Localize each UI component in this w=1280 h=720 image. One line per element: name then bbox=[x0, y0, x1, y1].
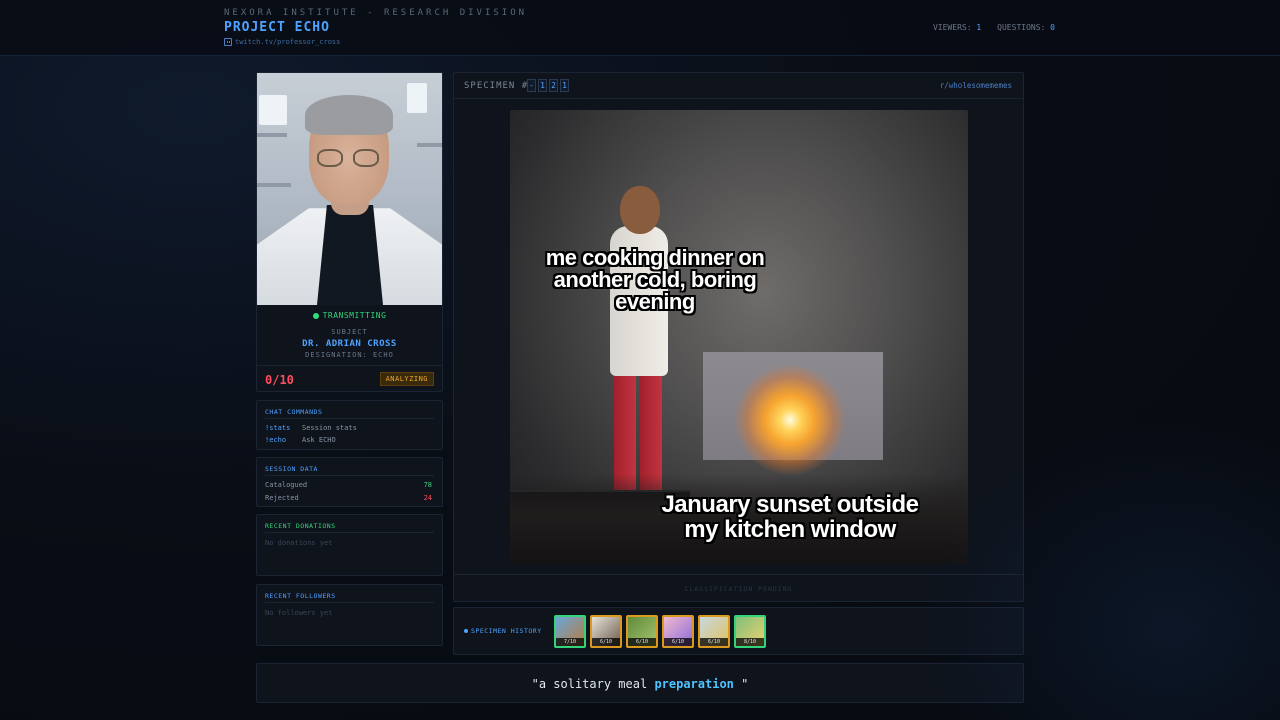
specimen-header: SPECIMEN # - 1 2 1 r/wholesomememes bbox=[454, 73, 1023, 99]
session-row-label: Rejected bbox=[265, 494, 299, 502]
classification-status: CLASSIFICATION PENDING bbox=[684, 585, 793, 593]
history-thumbnail[interactable]: 6/10 bbox=[698, 615, 730, 648]
subreddit-link[interactable]: r/wholesomememes bbox=[940, 81, 1012, 90]
history-thumbnail[interactable]: 7/10 bbox=[554, 615, 586, 648]
session-row: Rejected 24 bbox=[265, 494, 432, 502]
top-bar: NEXORA INSTITUTE - RESEARCH DIVISION PRO… bbox=[0, 0, 1280, 56]
score-row: 0/10 ANALYZING bbox=[257, 365, 442, 392]
history-thumbnail[interactable]: 6/10 bbox=[626, 615, 658, 648]
thumbnail-score: 6/10 bbox=[700, 638, 728, 646]
echo-quote-panel: "a solitary meal preparation " bbox=[256, 663, 1024, 703]
subject-name: DR. ADRIAN CROSS bbox=[302, 339, 397, 349]
specimen-footer: CLASSIFICATION PENDING bbox=[454, 574, 1023, 601]
followers-title: RECENT FOLLOWERS bbox=[265, 592, 336, 600]
chat-commands-panel: CHAT COMMANDS !stats Session stats !echo A… bbox=[256, 400, 443, 450]
thumbnail-score: 6/10 bbox=[628, 638, 656, 646]
sun-glow bbox=[735, 365, 845, 475]
echo-quote: "a solitary meal preparation " bbox=[257, 677, 1023, 691]
followers-empty: No followers yet bbox=[265, 609, 333, 617]
history-thumbnails: 7/10 6/10 6/10 6/10 6/10 8/10 bbox=[554, 615, 766, 648]
history-thumbnail[interactable]: 6/10 bbox=[590, 615, 622, 648]
channel-url: twitch.tv/professor_cross bbox=[235, 38, 341, 46]
analyzing-badge: ANALYZING bbox=[379, 372, 434, 386]
donations-title: RECENT DONATIONS bbox=[265, 522, 336, 530]
rejected-count: 24 bbox=[423, 494, 432, 502]
quote-open: "a solitary meal bbox=[531, 677, 655, 691]
session-data-panel: SESSION DATA Catalogued 78 Rejected 24 bbox=[256, 457, 443, 507]
specimen-digit: 1 bbox=[538, 79, 547, 92]
command-name: !stats bbox=[265, 424, 291, 432]
recent-followers-panel: RECENT FOLLOWERS No followers yet bbox=[256, 584, 443, 646]
history-label: SPECIMEN HISTORY bbox=[471, 627, 542, 635]
catalogued-count: 78 bbox=[423, 481, 432, 489]
thumbnail-score: 6/10 bbox=[664, 638, 692, 646]
thumbnail-score: 6/10 bbox=[592, 638, 620, 646]
questions-stat: QUESTIONS: 0 bbox=[997, 23, 1055, 32]
questions-count: 0 bbox=[1050, 23, 1055, 32]
specimen-digit: 2 bbox=[549, 79, 558, 92]
subject-designation: DESIGNATION: ECHO bbox=[305, 351, 394, 359]
quote-highlight: preparation bbox=[654, 677, 734, 691]
stream-stats: VIEWERS: 1 QUESTIONS: 0 bbox=[933, 23, 1055, 32]
session-row-label: Catalogued bbox=[265, 481, 308, 489]
specimen-digit: - bbox=[527, 79, 536, 92]
command-desc: Ask ECHO bbox=[302, 436, 336, 444]
specimen-label: SPECIMEN # bbox=[464, 81, 529, 91]
specimen-number: - 1 2 1 bbox=[527, 79, 569, 92]
specimen-digit: 1 bbox=[560, 79, 569, 92]
project-title: PROJECT ECHO bbox=[224, 20, 330, 35]
command-name: !echo bbox=[265, 436, 287, 444]
specimen-history-panel: SPECIMEN HISTORY 7/10 6/10 6/10 6/10 6/10 8/1… bbox=[453, 607, 1024, 655]
history-dot-icon bbox=[464, 629, 468, 633]
specimen-history-title: SPECIMEN HISTORY bbox=[464, 627, 542, 635]
history-thumbnail[interactable]: 6/10 bbox=[662, 615, 694, 648]
transmitting-status: TRANSMITTING bbox=[257, 311, 442, 320]
subject-profile-card: TRANSMITTING SUBJECT DR. ADRIAN CROSS DE… bbox=[256, 72, 443, 392]
live-dot-icon bbox=[312, 312, 319, 319]
org-name: NEXORA INSTITUTE - RESEARCH DIVISION bbox=[224, 8, 528, 18]
subject-label: SUBJECT bbox=[331, 328, 368, 336]
subject-portrait bbox=[257, 73, 442, 305]
donations-empty: No donations yet bbox=[265, 539, 333, 547]
thumbnail-score: 8/10 bbox=[736, 638, 764, 646]
viewers-stat: VIEWERS: 1 bbox=[933, 23, 981, 32]
questions-label: QUESTIONS: bbox=[997, 23, 1046, 32]
viewers-label: VIEWERS: bbox=[932, 23, 972, 32]
twitch-icon bbox=[224, 38, 232, 46]
command-item: !echo Ask ECHO bbox=[265, 436, 336, 444]
status-label: TRANSMITTING bbox=[322, 311, 387, 320]
session-data-title: SESSION DATA bbox=[265, 465, 318, 473]
quote-close: " bbox=[733, 677, 749, 691]
meme-image: me cooking dinner on another cold, borin… bbox=[510, 110, 968, 564]
session-row: Catalogued 78 bbox=[265, 481, 432, 489]
viewers-count: 1 bbox=[976, 23, 982, 32]
meme-caption-bottom: January sunset outside my kitchen window bbox=[661, 491, 919, 543]
meme-caption-top: me cooking dinner on another cold, borin… bbox=[545, 245, 765, 314]
chat-commands-title: CHAT COMMANDS bbox=[265, 408, 323, 416]
command-item: !stats Session stats bbox=[265, 424, 357, 432]
recent-donations-panel: RECENT DONATIONS No donations yet bbox=[256, 514, 443, 576]
channel-link[interactable]: twitch.tv/professor_cross bbox=[224, 38, 340, 46]
command-desc: Session stats bbox=[302, 424, 357, 432]
current-score: 0/10 bbox=[265, 373, 294, 387]
thumbnail-score: 7/10 bbox=[556, 638, 584, 646]
history-thumbnail[interactable]: 8/10 bbox=[734, 615, 766, 648]
specimen-viewer: SPECIMEN # - 1 2 1 r/wholesomememes me c… bbox=[453, 72, 1024, 602]
